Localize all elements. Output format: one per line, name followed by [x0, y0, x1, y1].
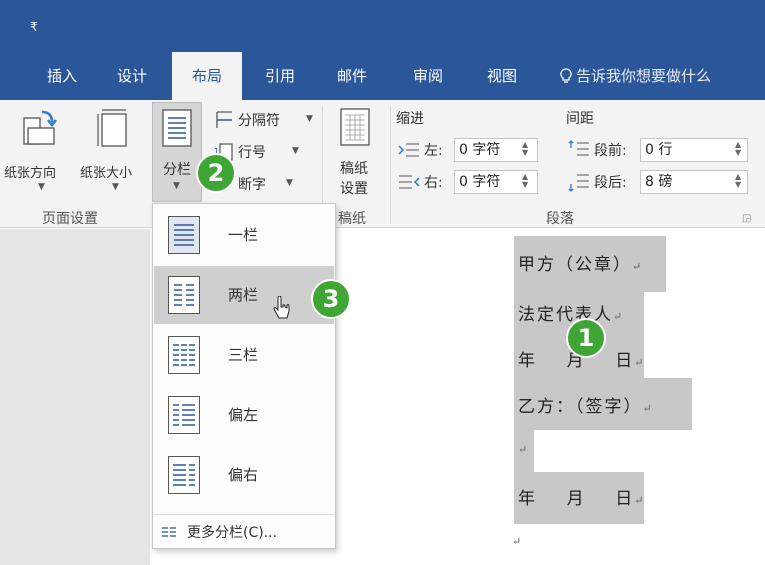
breaks-icon	[216, 111, 232, 128]
spacing-before-icon	[568, 140, 589, 156]
document-margin	[0, 229, 150, 565]
menu-item-label: 三栏	[228, 346, 259, 364]
chevron-down-icon: ▼	[292, 146, 299, 156]
step-badge-2: 2	[196, 153, 236, 193]
chevron-down-icon: ▼	[306, 114, 313, 124]
spacing-before-label: 段前:	[594, 143, 627, 159]
size-label: 纸张大小	[80, 166, 133, 181]
breaks-button[interactable]: 分隔符 ▼	[212, 108, 316, 132]
tab-insert[interactable]: 插入	[34, 52, 90, 100]
ribbon-tab-bar: 插入 设计 布局 引用 邮件 审阅 视图 告诉我你想要做什么	[0, 52, 765, 100]
tell-me-text: 告诉我你想要做什么	[576, 67, 712, 85]
step-badge-1: 1	[566, 318, 606, 358]
columns-button[interactable]: 分栏 ▼	[152, 102, 202, 202]
doc-line[interactable]: 年 月 日↵	[518, 484, 643, 509]
doc-line[interactable]: ↵	[518, 438, 527, 458]
doc-line[interactable]: 乙方：（签字）↵	[518, 392, 652, 417]
group-separator	[390, 106, 391, 224]
menu-item-one-column[interactable]: 一栏	[154, 206, 334, 264]
chevron-down-icon: ▼	[173, 181, 180, 191]
manuscript-button[interactable]: 稿纸 设置	[328, 104, 384, 200]
indent-right-icon	[399, 175, 420, 189]
indent-header: 缩进	[396, 111, 424, 127]
more-columns-label: 更多分栏(C)...	[187, 525, 278, 541]
chevron-down-icon: ▼	[112, 182, 119, 192]
tab-review[interactable]: 审阅	[400, 52, 456, 100]
spacing-before-spinner[interactable]: ▲ ▼	[735, 141, 741, 157]
spacing-after-label: 段后:	[594, 175, 627, 191]
indent-left-label: 左:	[424, 143, 443, 159]
menu-item-three-columns[interactable]: 三栏	[154, 326, 334, 384]
spacing-after-field[interactable]: 8 磅	[640, 170, 748, 194]
doc-line[interactable]: ↵	[512, 530, 521, 550]
one-column-icon	[168, 216, 200, 254]
customize-arrow-icon[interactable]: ₹	[30, 20, 38, 34]
spacing-after-icon	[568, 174, 589, 192]
line-numbers-label: 行号	[238, 145, 266, 161]
three-columns-icon	[168, 336, 200, 374]
indent-right-spinner[interactable]: ▲ ▼	[522, 173, 528, 189]
step-badge-3: 3	[311, 279, 351, 319]
menu-item-label: 两栏	[228, 286, 259, 304]
spacing-before-field[interactable]: 0 行	[640, 138, 748, 162]
paragraph-group-label: 段落	[546, 211, 574, 227]
tab-references[interactable]: 引用	[252, 52, 308, 100]
chevron-down-icon: ▼	[286, 178, 293, 188]
doc-line[interactable]: 甲方（公章）↵	[518, 250, 641, 275]
spacing-after-spinner[interactable]: ▲ ▼	[735, 173, 741, 189]
page-size-icon	[97, 109, 127, 147]
orientation-icon	[23, 110, 57, 145]
menu-item-two-columns[interactable]: 两栏	[154, 266, 334, 324]
hyphenation-label: 断字	[238, 177, 266, 193]
tab-mailings[interactable]: 邮件	[324, 52, 380, 100]
hand-cursor-icon	[273, 296, 290, 319]
tab-layout[interactable]: 布局	[172, 52, 242, 100]
chevron-down-icon: ▼	[38, 182, 45, 192]
menu-item-label: 一栏	[228, 226, 259, 244]
menu-item-right[interactable]: 偏右	[154, 446, 334, 504]
menu-item-label: 偏右	[228, 466, 259, 484]
orientation-label: 纸张方向	[4, 166, 57, 181]
more-columns-item[interactable]: 更多分栏(C)...	[161, 522, 277, 542]
columns-icon	[162, 109, 192, 147]
tab-design[interactable]: 设计	[104, 52, 160, 100]
columns-label: 分栏	[163, 162, 191, 178]
more-columns-icon	[162, 527, 176, 537]
manuscript-group-label: 稿纸	[338, 211, 366, 227]
two-columns-icon	[168, 276, 200, 314]
menu-item-label: 偏左	[228, 406, 259, 424]
manuscript-icon	[340, 108, 370, 146]
left-column-icon	[168, 396, 200, 434]
indent-left-icon	[398, 143, 419, 157]
lightbulb-icon	[560, 68, 572, 83]
tell-me-box[interactable]: 告诉我你想要做什么	[560, 52, 711, 100]
right-column-icon	[168, 456, 200, 494]
dialog-launcher-icon[interactable]: ◲	[742, 213, 751, 224]
title-bar: ₹	[0, 0, 765, 52]
manuscript-label: 稿纸	[340, 161, 368, 177]
tab-view[interactable]: 视图	[474, 52, 530, 100]
orientation-button[interactable]: 纸张方向 ▼	[4, 104, 80, 200]
size-button[interactable]: 纸张大小 ▼	[80, 104, 150, 200]
indent-left-spinner[interactable]: ▲ ▼	[522, 141, 528, 157]
menu-divider	[154, 514, 334, 515]
columns-menu: 一栏 两栏 三栏 偏左 偏右 更多分栏(C)...	[152, 203, 336, 549]
doc-line[interactable]: 法定代表人↵	[518, 300, 622, 325]
menu-item-left[interactable]: 偏左	[154, 386, 334, 444]
breaks-label: 分隔符	[238, 113, 280, 129]
indent-right-label: 右:	[424, 175, 443, 191]
ribbon: 纸张方向 ▼ 纸张大小 ▼ 分栏 ▼ 分隔符 ▼ 1 行号 ▼ 断字 ▼ 页面设…	[0, 100, 765, 228]
manuscript-label-2: 设置	[340, 181, 368, 197]
page-setup-group-label: 页面设置	[42, 211, 98, 227]
spacing-header: 间距	[566, 111, 594, 127]
